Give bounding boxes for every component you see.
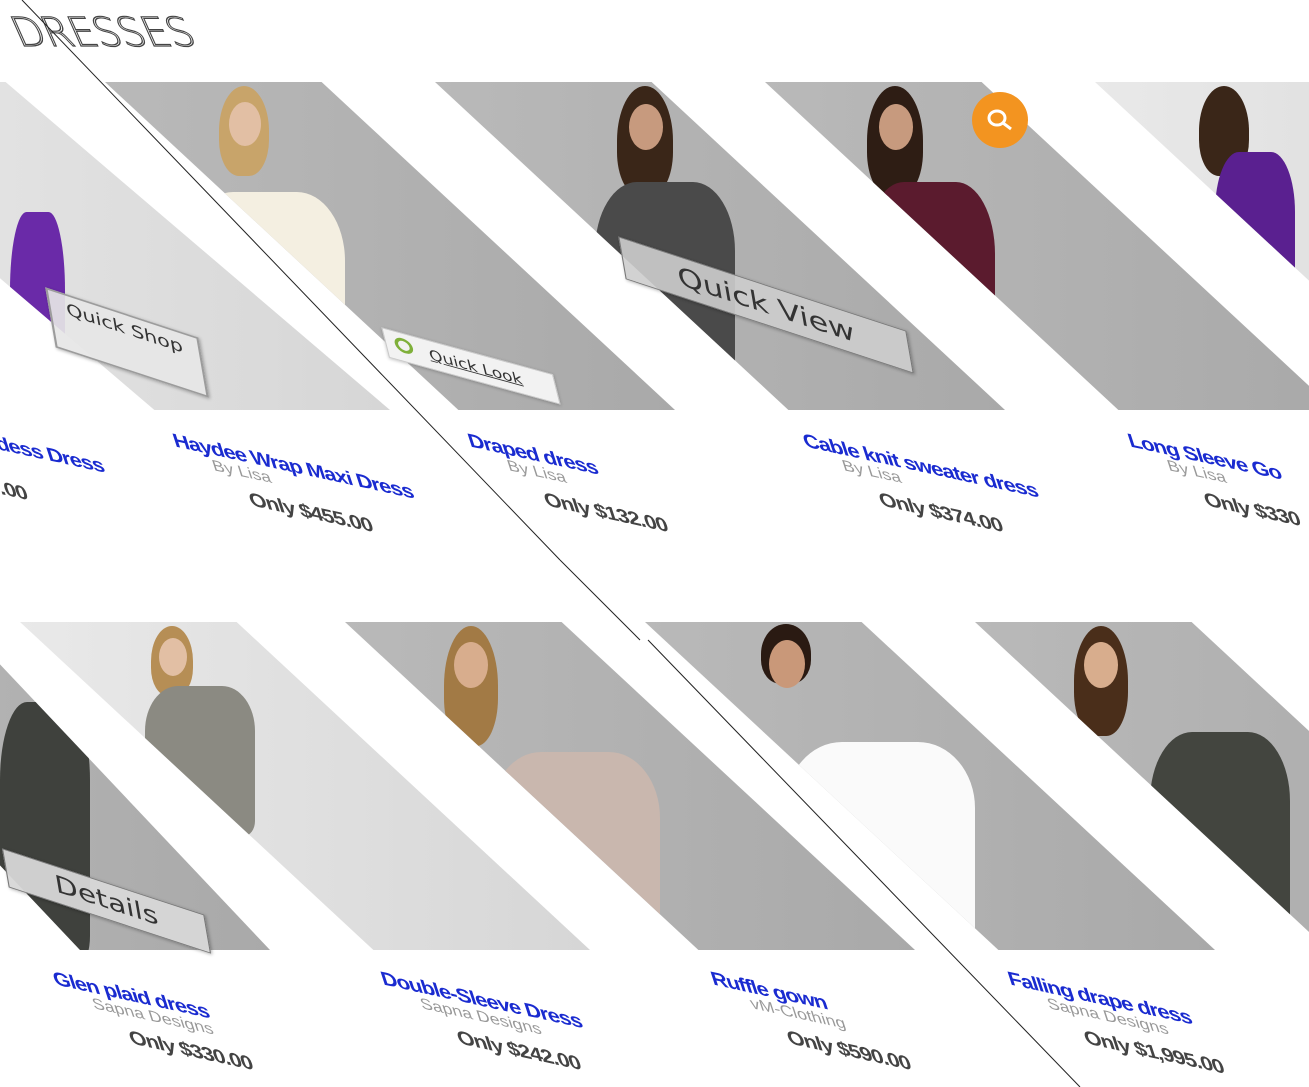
- product-name-link[interactable]: Haydee Wrap Maxi Dress: [170, 430, 417, 504]
- product-info: Double-Sleeve Dress Sapna Designs Only $…: [378, 968, 600, 1079]
- product-name-link[interactable]: ddess Dress: [0, 430, 107, 478]
- product-info: Falling drape dress Sapna Designs Only $…: [1005, 968, 1227, 1079]
- product-info: ddess Dress .00: [0, 430, 123, 526]
- product-info: Draped dress By Lisa Only $132.00: [465, 430, 671, 538]
- product-name-link[interactable]: Cable knit sweater dress: [800, 430, 1041, 503]
- magnifier-icon: [392, 335, 415, 356]
- product-info: Long Sleeve Go By Lisa Only $330: [1125, 430, 1303, 532]
- page-title: DRESSES: [3, 9, 203, 56]
- product-info: Glen plaid dress Sapna Designs Only $330…: [50, 968, 256, 1076]
- magnifier-icon[interactable]: [972, 92, 1028, 148]
- product-price: .00: [0, 477, 31, 505]
- product-info: Ruffle gown vM-Clothing Only $590.00: [708, 968, 914, 1076]
- product-info: Cable knit sweater dress By Lisa Only $3…: [800, 430, 1056, 549]
- product-info: Haydee Wrap Maxi Dress By Lisa Only $455…: [170, 430, 432, 550]
